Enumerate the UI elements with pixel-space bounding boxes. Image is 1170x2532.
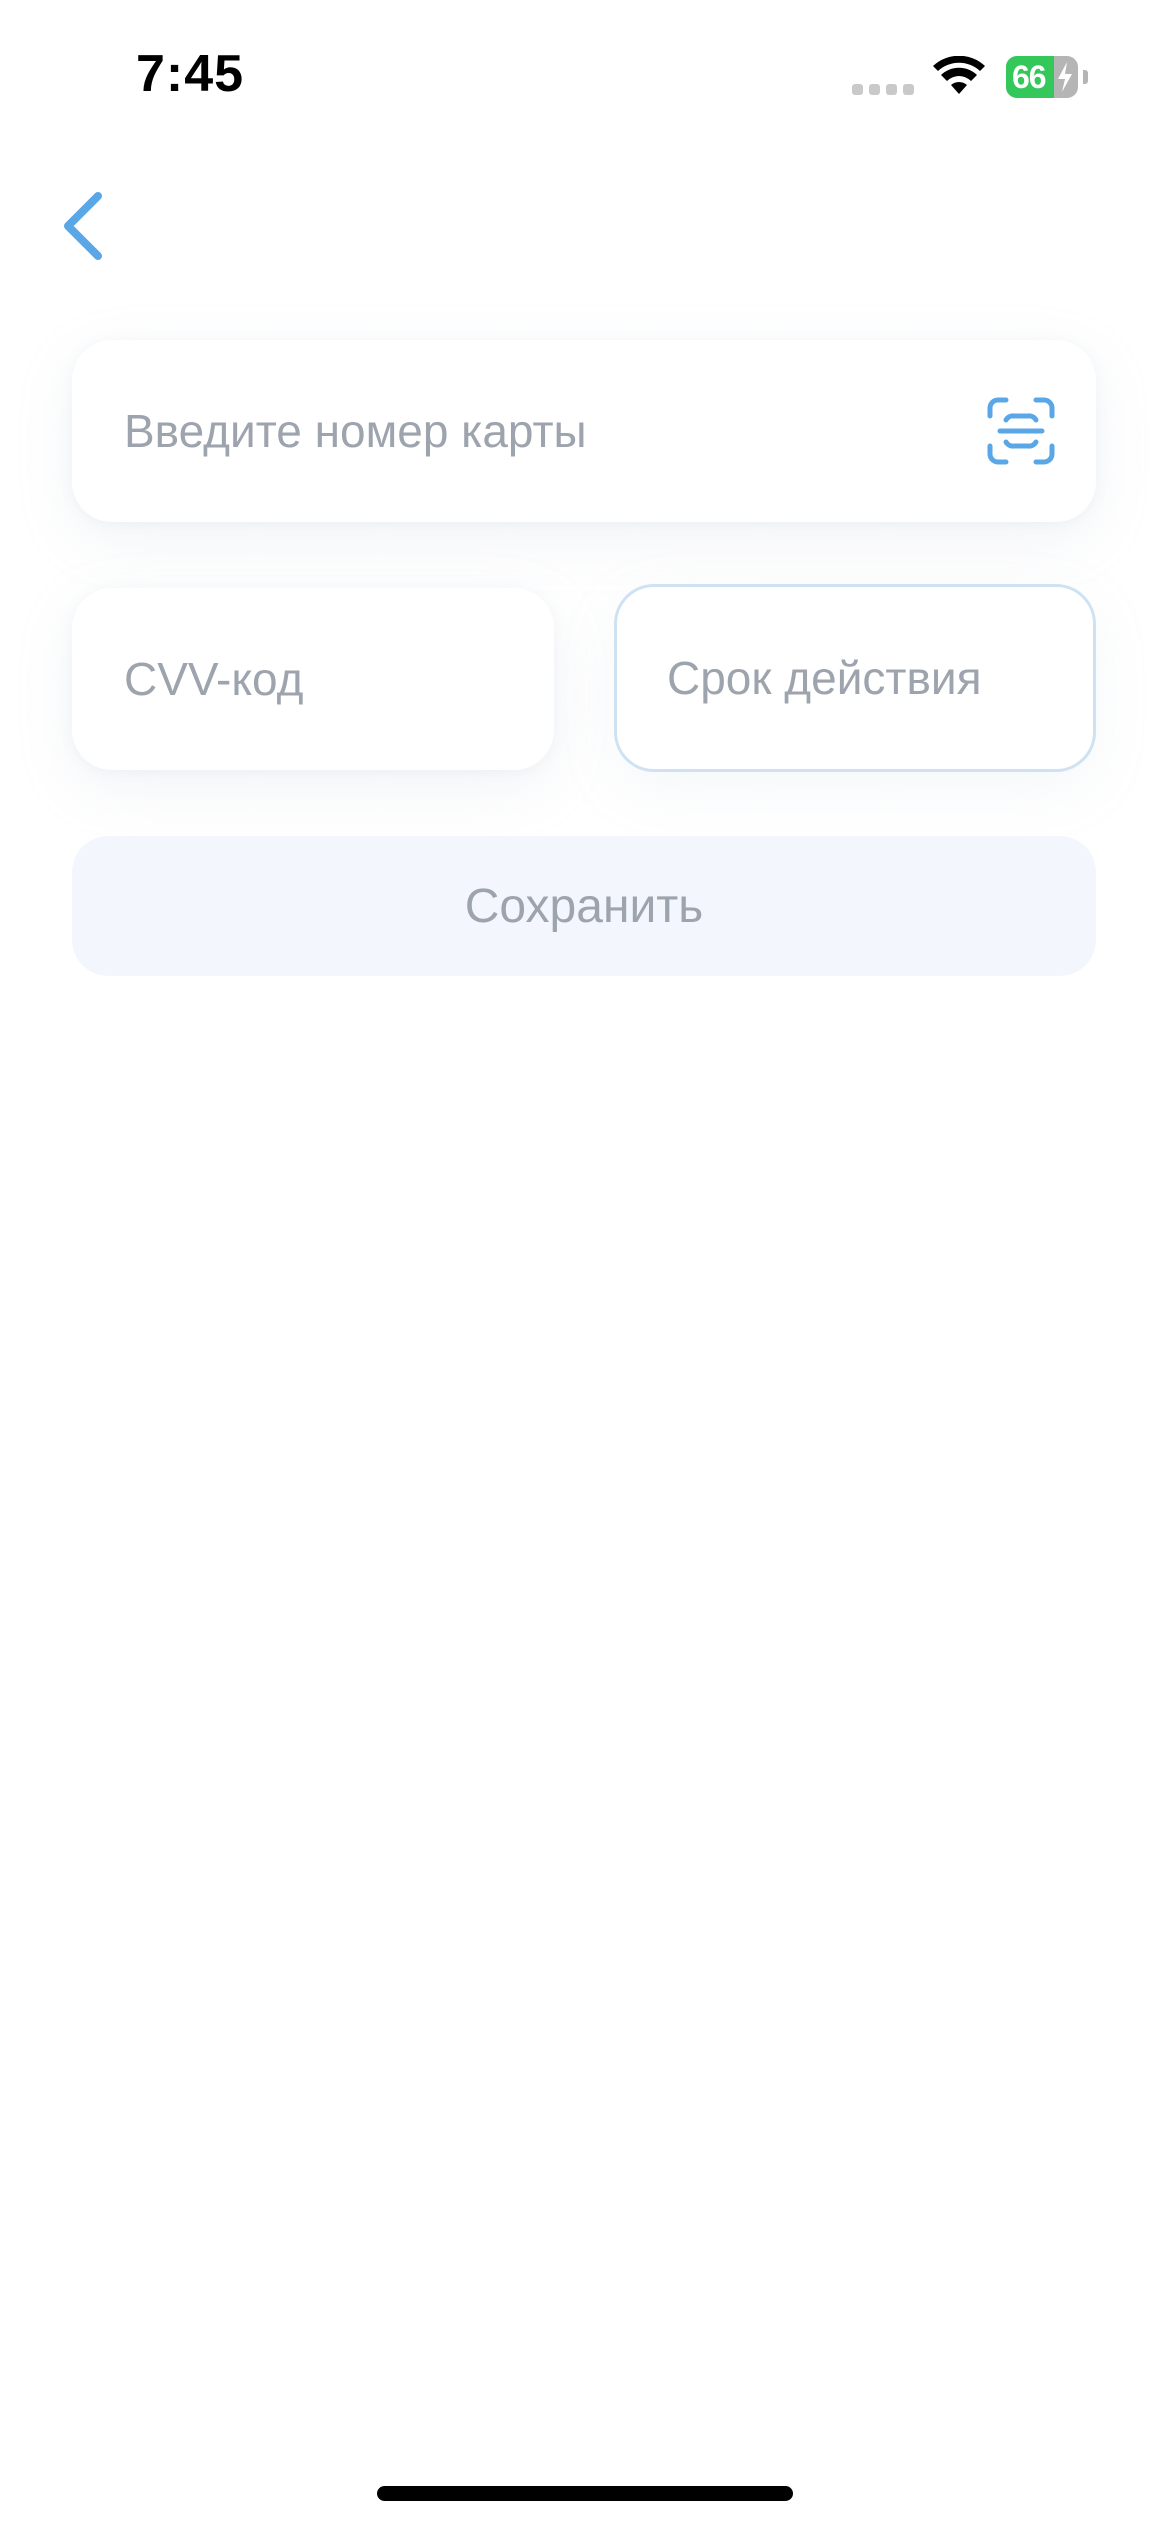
status-bar: 7:45 66	[0, 0, 1170, 150]
card-number-field[interactable]	[72, 340, 1096, 522]
home-indicator[interactable]	[377, 2486, 793, 2501]
card-number-input[interactable]	[124, 340, 1028, 522]
cvv-field[interactable]	[72, 588, 554, 770]
battery-icon: 66	[1006, 56, 1088, 98]
save-button[interactable]: Сохранить	[72, 836, 1096, 976]
status-time: 7:45	[136, 45, 245, 103]
wifi-icon	[933, 56, 985, 94]
charging-bolt-icon	[1058, 62, 1072, 92]
cvv-input[interactable]	[124, 588, 486, 770]
expiry-input[interactable]	[667, 587, 1023, 769]
expiry-field[interactable]	[614, 584, 1096, 772]
card-scan-icon[interactable]	[986, 396, 1056, 466]
cellular-signal-icon	[852, 84, 914, 95]
chevron-left-icon	[64, 192, 102, 260]
back-button[interactable]	[52, 188, 116, 264]
battery-level-text: 66	[1012, 59, 1047, 95]
